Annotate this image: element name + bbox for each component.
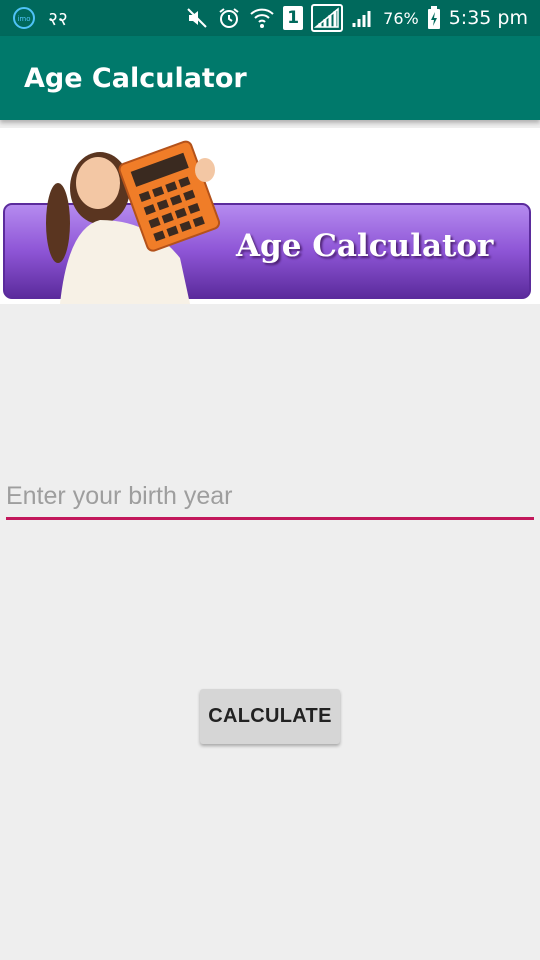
clock-time: 5:35 pm [448, 7, 528, 29]
sim-indicator: 1 [283, 6, 304, 30]
alarm-icon [217, 6, 241, 30]
app-bar: Age Calculator [0, 36, 540, 120]
battery-charging-icon [427, 6, 441, 30]
wifi-icon [249, 6, 275, 30]
imo-icon: imo [12, 6, 36, 30]
sim-number: 1 [287, 8, 300, 28]
carrier-text: २२ [48, 8, 68, 30]
status-bar: imo २२ 1 76% 5:35 pm [0, 0, 540, 36]
banner-title: Age Calculator [236, 228, 494, 264]
signal-icon [351, 7, 375, 29]
birth-year-input[interactable] [6, 474, 534, 518]
battery-percent: 76% [383, 8, 419, 28]
banner-image: Age Calculator [0, 128, 540, 304]
signal-icon [311, 4, 344, 32]
birth-year-field-container [6, 474, 534, 520]
app-title: Age Calculator [24, 63, 247, 94]
calculate-button[interactable]: CALCULATE [200, 689, 340, 744]
svg-text:imo: imo [17, 15, 30, 23]
mute-icon [185, 6, 209, 30]
